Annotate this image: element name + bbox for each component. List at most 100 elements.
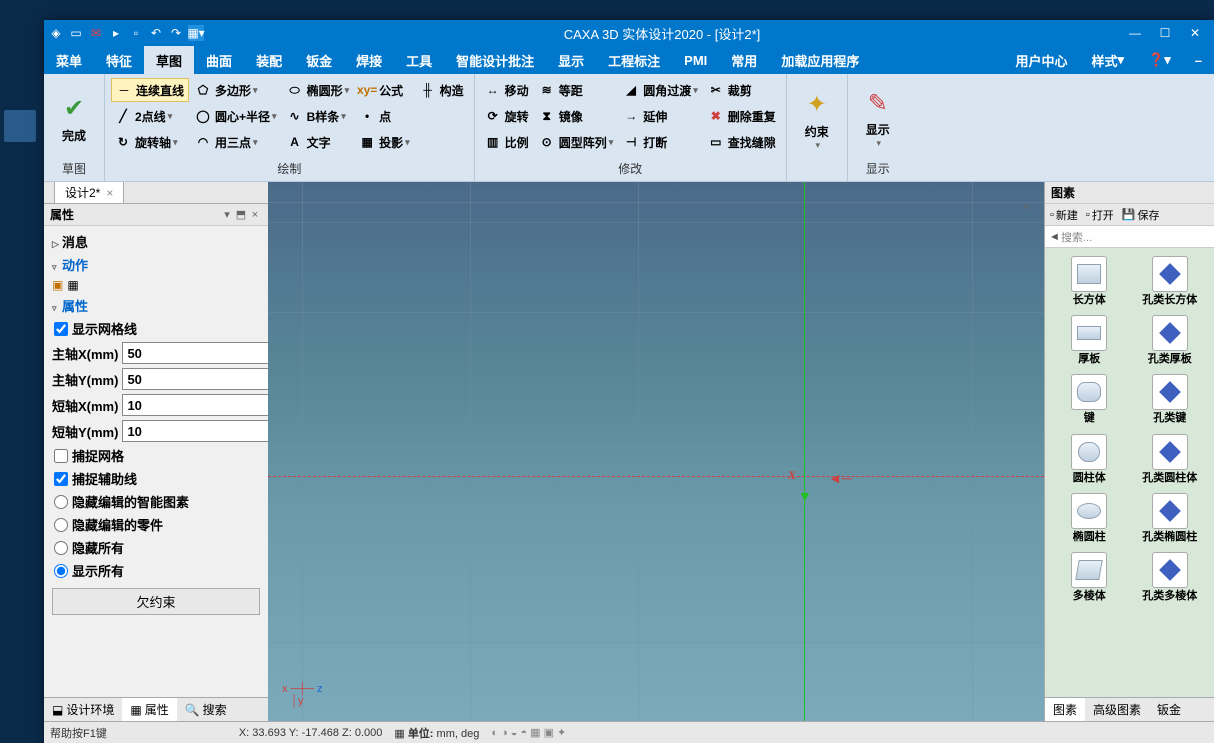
feature-hole-key[interactable]: 孔类键 [1130,370,1211,429]
help-icon[interactable]: ❓▾ [1136,46,1183,74]
tab-features[interactable]: 图素 [1045,698,1085,721]
menu-item[interactable]: 装配 [244,46,294,74]
redo-icon[interactable]: ↷ [168,25,184,41]
display-button[interactable]: ✎ 显示 ▾ [854,78,902,158]
desktop-shortcut[interactable] [4,110,36,142]
close-panel-icon[interactable]: × [248,209,262,221]
feature-ellipse-cyl[interactable]: 椭圆柱 [1049,489,1130,548]
menu-item[interactable]: 菜单 [44,46,94,74]
save-button[interactable]: 💾保存 [1119,207,1163,223]
save-icon[interactable]: ▸ [108,25,124,41]
new-icon[interactable]: ▭ [68,25,84,41]
open-button[interactable]: ▫打开 [1083,207,1117,223]
dropdown-icon[interactable]: ▾ [220,208,234,221]
close-tab-icon[interactable]: × [106,186,113,200]
tab-sheetmetal[interactable]: 钣金 [1149,698,1189,721]
point-button[interactable]: •点 [355,104,414,128]
print-icon[interactable]: ▫ [128,25,144,41]
hide-parts-radio[interactable] [54,518,68,532]
feature-hole-slab[interactable]: 孔类厚板 [1130,311,1211,370]
feature-hole-ellipse-cyl[interactable]: 孔类椭圆柱 [1130,489,1211,548]
trim-button[interactable]: ✂裁剪 [704,78,780,102]
menu-item[interactable]: 智能设计批注 [444,46,546,74]
tab-advanced[interactable]: 高级图素 [1085,698,1149,721]
document-tab[interactable]: 设计2*× [54,182,124,203]
ellipse-button[interactable]: ⬭椭圆形▾ [283,78,354,102]
viewport[interactable]: X ◄─ ▼ x ─┼─ z │y [268,182,1044,721]
panel-dropdown-icon[interactable]: ▾ [1024,202,1036,214]
main-x-input[interactable] [122,342,268,364]
menu-item[interactable]: 加载应用程序 [769,46,871,74]
maximize-button[interactable]: ☐ [1150,20,1180,46]
tab-properties[interactable]: ▦ 属性 [122,698,176,721]
snap-grid-checkbox[interactable] [54,449,68,463]
find-gap-button[interactable]: ▭查找缝隙 [704,130,780,154]
menu-item[interactable]: PMI [672,46,719,74]
layers-icon[interactable]: ▦▾ [188,25,204,41]
menu-item[interactable]: 特征 [94,46,144,74]
underconstrained-button[interactable]: 欠约束 [52,588,260,615]
continuous-line-button[interactable]: ─连续直线 [111,78,189,102]
rotate-axis-button[interactable]: ↻旋转轴▾ [111,130,189,154]
feature-hole-cuboid[interactable]: 孔类长方体 [1130,252,1211,311]
tab-search[interactable]: 🔍 搜索 [177,698,235,721]
polygon-button[interactable]: ⬠多边形▾ [191,78,281,102]
right-search[interactable]: ◄搜索... [1045,226,1214,248]
feature-slab[interactable]: 厚板 [1049,311,1130,370]
offset-button[interactable]: ≋等距 [535,78,618,102]
menu-item[interactable]: 钣金 [294,46,344,74]
move-button[interactable]: ↔移动 [481,78,533,102]
section-attributes[interactable]: ▿属性 [44,294,268,317]
bspline-button[interactable]: ∿B样条▾ [283,104,354,128]
feature-hole-prism[interactable]: 孔类多棱体 [1130,548,1211,607]
show-all-radio[interactable] [54,564,68,578]
break-button[interactable]: ⊣打断 [619,130,702,154]
finish-button[interactable]: ✔ 完成 [50,78,98,158]
project-button[interactable]: ▦投影▾ [355,130,414,154]
undo-icon[interactable]: ↶ [148,25,164,41]
snap-guide-checkbox[interactable] [54,472,68,486]
menu-item-active[interactable]: 草图 [144,46,194,74]
menu-item[interactable]: 显示 [546,46,596,74]
menu-item[interactable]: 工程标注 [596,46,672,74]
formula-button[interactable]: xy=公式 [355,78,414,102]
minor-x-input[interactable] [122,394,268,416]
scale-button[interactable]: ▥比例 [481,130,533,154]
menu-item[interactable]: 样式 ▾ [1080,46,1137,74]
section-action[interactable]: ▿动作 [44,253,268,276]
status-icons[interactable]: ◐ ◑ ◒ ◓ ▦ ▣ ✦ [491,726,566,739]
hide-all-radio[interactable] [54,541,68,555]
extend-button[interactable]: →延伸 [619,104,702,128]
tab-design-env[interactable]: ⬓ 设计环境 [44,698,122,721]
circle-button[interactable]: ◯圆心+半径▾ [191,104,281,128]
menu-item[interactable]: 焊接 [344,46,394,74]
feature-key[interactable]: 键 [1049,370,1130,429]
text-button[interactable]: A文字 [283,130,354,154]
circular-array-button[interactable]: ⊙圆型阵列▾ [535,130,618,154]
minimize-button[interactable]: — [1120,20,1150,46]
feature-cuboid[interactable]: 长方体 [1049,252,1130,311]
three-point-button[interactable]: ◠用三点▾ [191,130,281,154]
menu-item[interactable]: 用户中心 [1003,46,1079,74]
show-grid-checkbox[interactable] [54,322,68,336]
section-message[interactable]: ▷消息 [44,230,268,253]
menu-item[interactable]: 曲面 [194,46,244,74]
menu-item[interactable]: 常用 [719,46,769,74]
mirror-button[interactable]: ⧗镜像 [535,104,618,128]
feature-prism[interactable]: 多棱体 [1049,548,1130,607]
new-button[interactable]: ▫新建 [1047,207,1081,223]
main-y-input[interactable] [122,368,268,390]
pin-icon[interactable]: ⬒ [234,208,248,221]
close-button[interactable]: ✕ [1180,20,1210,46]
menu-item[interactable]: 工具 [394,46,444,74]
delete-dup-button[interactable]: ✖删除重复 [704,104,780,128]
rotate-button[interactable]: ⟳旋转 [481,104,533,128]
mail-icon[interactable]: ✉ [88,25,104,41]
fillet-button[interactable]: ◢圆角过渡▾ [619,78,702,102]
feature-hole-cylinder[interactable]: 孔类圆柱体 [1130,430,1211,489]
constrain-button[interactable]: ✦ 约束 ▾ [793,78,841,161]
collapse-ribbon-icon[interactable]: – [1183,46,1214,74]
construct-button[interactable]: ╫构造 [416,78,468,102]
feature-cylinder[interactable]: 圆柱体 [1049,430,1130,489]
two-point-line-button[interactable]: ╱2点线▾ [111,104,189,128]
